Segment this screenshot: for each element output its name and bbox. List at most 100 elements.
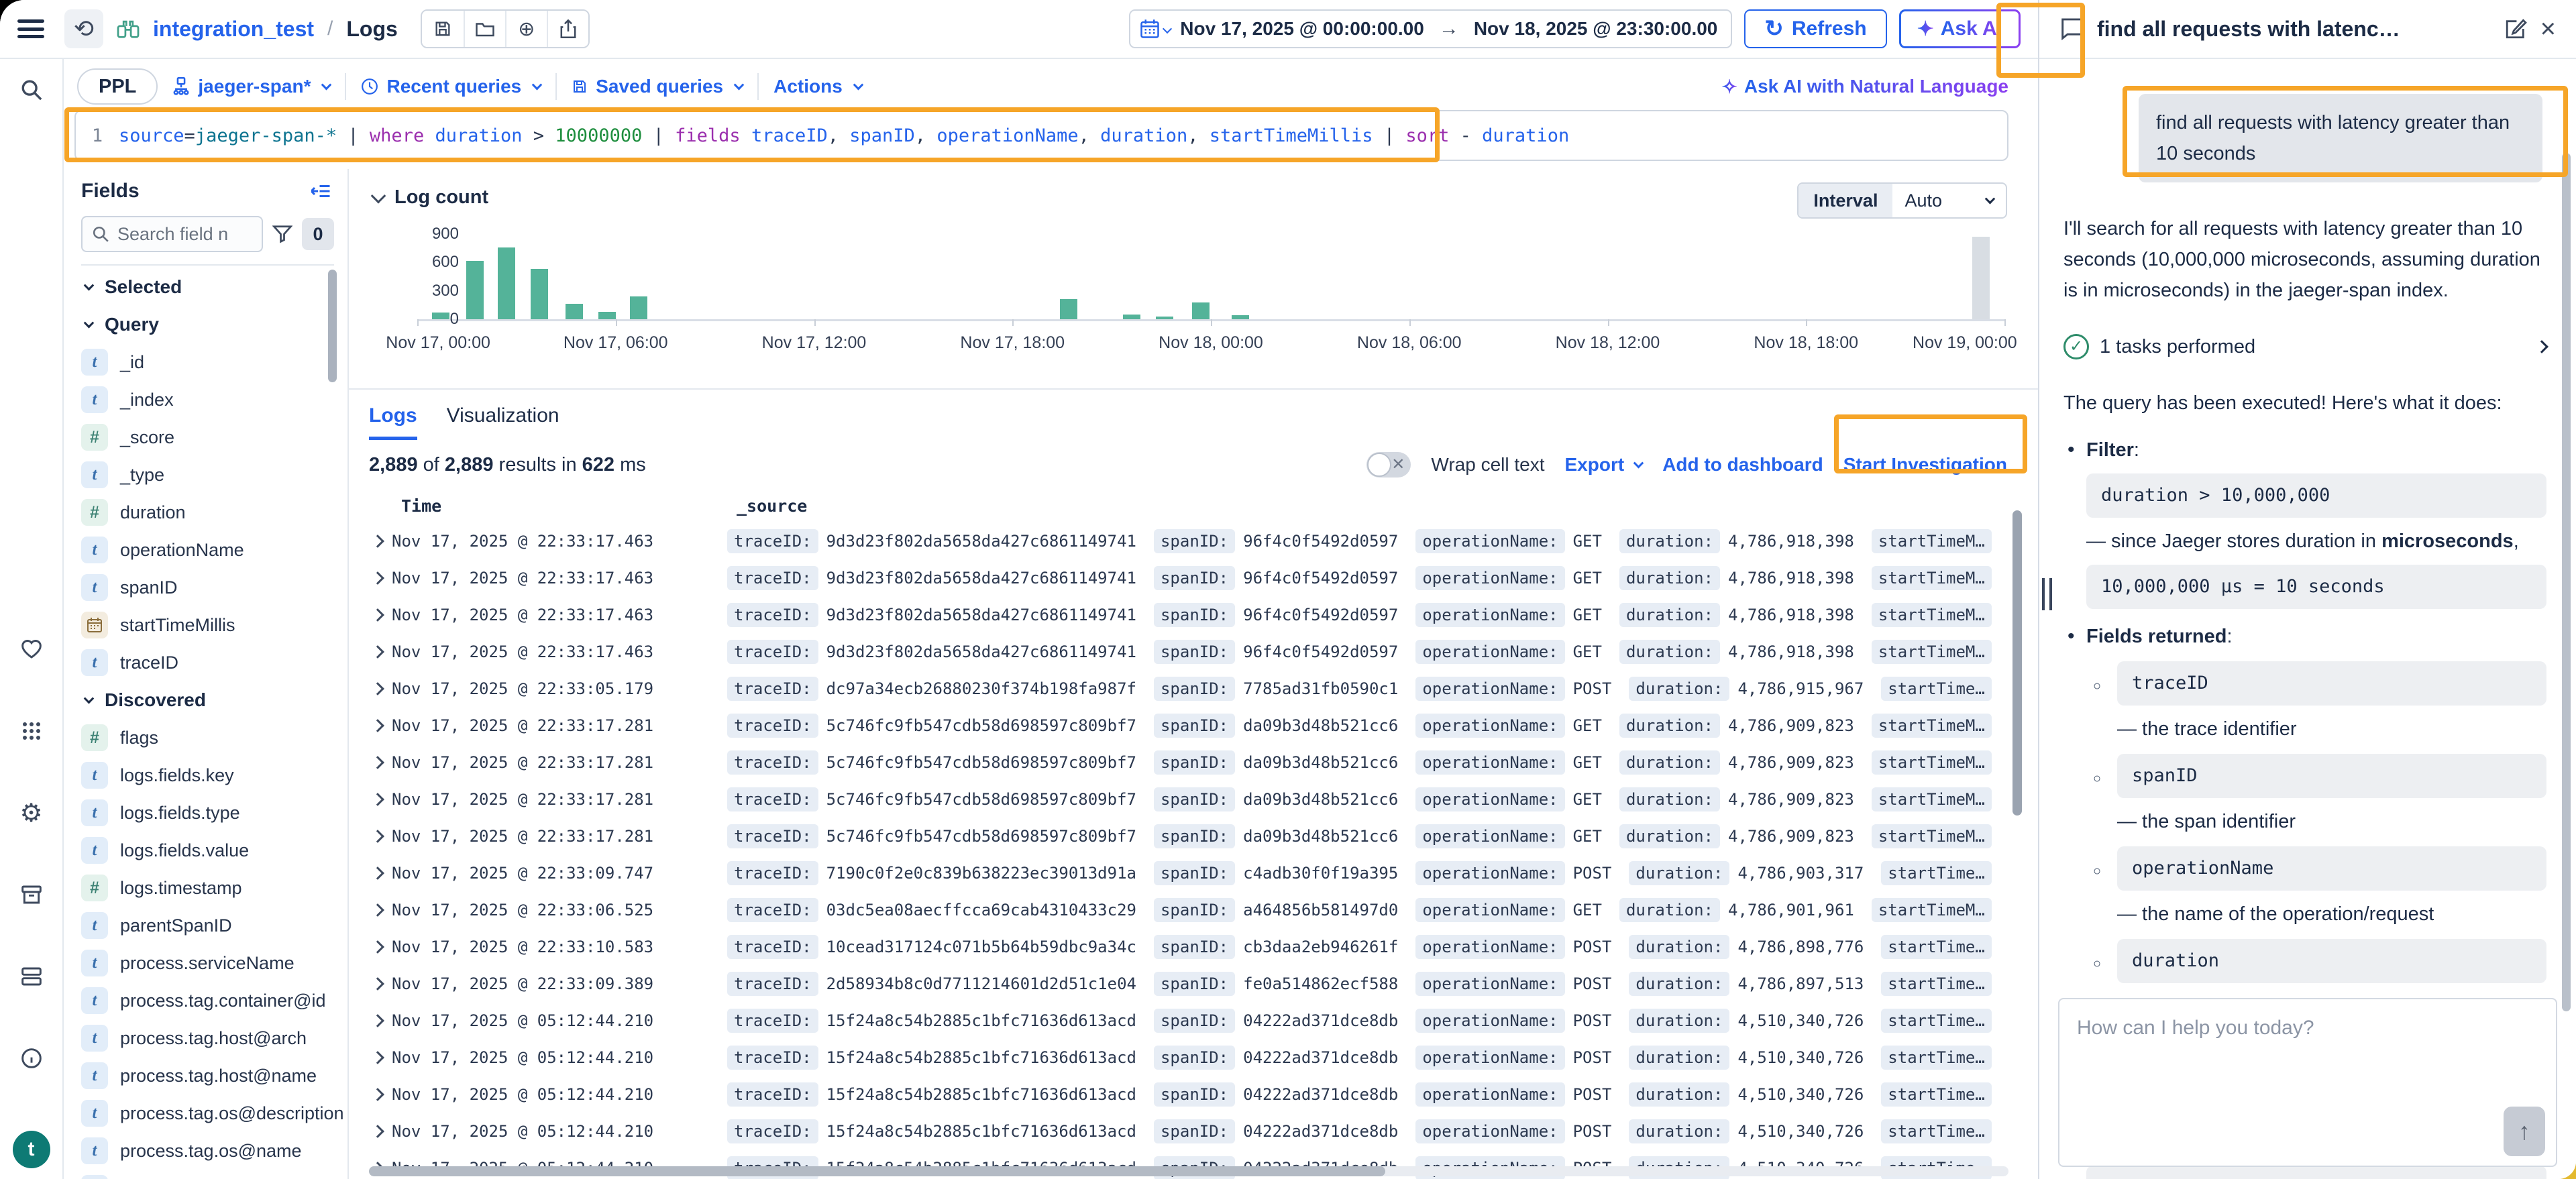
table-row[interactable]: Nov 17, 2025 @ 22:33:06.525traceID:03dc5…: [369, 891, 2038, 928]
field-item[interactable]: tparentSpanID: [81, 907, 323, 944]
field-item[interactable]: tprocess.tag.host@name: [81, 1057, 323, 1094]
expand-chevron-icon[interactable]: [369, 721, 392, 730]
table-row[interactable]: Nov 17, 2025 @ 22:33:17.281traceID:5c746…: [369, 744, 2038, 781]
expand-chevron-icon[interactable]: [369, 537, 392, 546]
field-item[interactable]: tspanID: [81, 569, 323, 606]
table-row[interactable]: Nov 17, 2025 @ 22:33:10.583traceID:10cea…: [369, 928, 2038, 965]
table-row[interactable]: Nov 17, 2025 @ 22:33:17.281traceID:5c746…: [369, 818, 2038, 854]
field-item[interactable]: #_score: [81, 418, 323, 456]
table-row[interactable]: Nov 17, 2025 @ 22:33:17.281traceID:5c746…: [369, 781, 2038, 818]
actions-menu[interactable]: Actions: [773, 76, 862, 97]
apps-grid-icon[interactable]: [18, 718, 45, 744]
add-to-dashboard-button[interactable]: Add to dashboard: [1662, 454, 1823, 475]
stack-icon[interactable]: [18, 963, 45, 990]
ask-ai-natural-language-link[interactable]: ✧ Ask AI with Natural Language: [1721, 76, 2008, 98]
table-row[interactable]: Nov 17, 2025 @ 22:33:09.389traceID:2d589…: [369, 965, 2038, 1002]
field-item[interactable]: #duration: [81, 494, 323, 531]
tab-visualization[interactable]: Visualization: [447, 404, 559, 440]
table-row[interactable]: Nov 17, 2025 @ 05:12:44.210traceID:15f24…: [369, 1039, 2038, 1076]
filter-count-badge[interactable]: 0: [302, 218, 334, 250]
field-item[interactable]: tlogs.fields.type: [81, 794, 323, 832]
plus-circle-icon[interactable]: ⊕: [505, 11, 547, 47]
expand-chevron-icon[interactable]: [369, 942, 392, 952]
table-row[interactable]: Nov 17, 2025 @ 22:33:17.463traceID:9d3d2…: [369, 596, 2038, 633]
table-row[interactable]: Nov 17, 2025 @ 05:12:44.210traceID:15f24…: [369, 1002, 2038, 1039]
export-menu[interactable]: Export: [1565, 454, 1643, 475]
field-item[interactable]: startTimeMillis: [81, 606, 323, 644]
field-item[interactable]: #logs.timestamp: [81, 869, 323, 907]
panel-resize-handle[interactable]: [2042, 578, 2052, 610]
field-item[interactable]: tlogs.fields.value: [81, 832, 323, 869]
table-row[interactable]: Nov 17, 2025 @ 22:33:05.179traceID:dc97a…: [369, 670, 2038, 707]
expand-chevron-icon[interactable]: [369, 905, 392, 915]
expand-chevron-icon[interactable]: [369, 979, 392, 989]
log-count-chart[interactable]: 0300600900 Nov 17, 00:00Nov 17, 06:00Nov…: [369, 211, 2007, 371]
calendar-icon[interactable]: [1140, 19, 1171, 39]
date-start[interactable]: Nov 17, 2025 @ 00:00:00.00: [1180, 18, 1424, 40]
favorites-icon[interactable]: [18, 636, 45, 663]
table-row[interactable]: Nov 17, 2025 @ 22:33:17.463traceID:9d3d2…: [369, 633, 2038, 670]
field-item[interactable]: ttraceID: [81, 644, 323, 681]
table-hscrollbar[interactable]: [369, 1166, 2008, 1176]
archive-icon[interactable]: [18, 881, 45, 908]
expand-chevron-icon[interactable]: [369, 610, 392, 620]
table-scrollbar[interactable]: [2012, 510, 2022, 816]
start-investigation-button[interactable]: Start Investigation: [1843, 454, 2007, 475]
table-row[interactable]: Nov 17, 2025 @ 05:12:44.210traceID:15f24…: [369, 1113, 2038, 1149]
new-chat-icon[interactable]: [2504, 17, 2527, 40]
close-icon[interactable]: ×: [2540, 15, 2556, 42]
field-item[interactable]: tprocess.tag.container@id: [81, 982, 323, 1019]
recent-queries-menu[interactable]: Recent queries: [361, 76, 541, 97]
query-editor[interactable]: 1 source=jaeger-span-* | where duration …: [74, 110, 2008, 161]
query-code[interactable]: source=jaeger-span-* | where duration > …: [119, 125, 1569, 146]
field-item[interactable]: toperationName: [81, 531, 323, 569]
column-header-time[interactable]: Time: [401, 496, 737, 516]
date-range-picker[interactable]: Nov 17, 2025 @ 00:00:00.00 → Nov 18, 202…: [1129, 9, 1732, 48]
field-item[interactable]: tprocess.tag.os@type: [81, 1170, 323, 1179]
save-icon[interactable]: [422, 11, 464, 47]
expand-chevron-icon[interactable]: [369, 795, 392, 804]
field-item[interactable]: tprocess.serviceName: [81, 944, 323, 982]
expand-chevron-icon[interactable]: [369, 868, 392, 878]
tab-logs[interactable]: Logs: [369, 404, 417, 440]
expand-chevron-icon[interactable]: [369, 684, 392, 693]
ask-ai-button[interactable]: ✦ Ask AI: [1899, 9, 2021, 48]
collapse-chart-icon[interactable]: [371, 188, 386, 203]
wrap-cell-toggle[interactable]: ✕: [1366, 452, 1411, 478]
collapse-sidebar-icon[interactable]: [311, 182, 331, 200]
field-section-query[interactable]: Query: [81, 306, 323, 343]
expand-chevron-icon[interactable]: [369, 832, 392, 841]
share-icon[interactable]: [547, 11, 588, 47]
panel-scrollbar[interactable]: [2562, 153, 2571, 1011]
table-row[interactable]: Nov 17, 2025 @ 22:33:17.281traceID:5c746…: [369, 707, 2038, 744]
date-end[interactable]: Nov 18, 2025 @ 23:30:00.00: [1474, 18, 1718, 40]
chat-input[interactable]: How can I help you today? ↑: [2058, 998, 2557, 1167]
field-item[interactable]: #flags: [81, 719, 323, 756]
table-row[interactable]: Nov 17, 2025 @ 22:33:09.747traceID:7190c…: [369, 854, 2038, 891]
expand-chevron-icon[interactable]: [369, 573, 392, 583]
folder-open-icon[interactable]: [464, 11, 505, 47]
expand-chevron-icon[interactable]: [369, 1053, 392, 1062]
search-field-input[interactable]: Search field n: [81, 216, 263, 252]
history-icon[interactable]: ⟲: [64, 9, 103, 48]
saved-queries-menu[interactable]: Saved queries: [572, 76, 743, 97]
chart-plot[interactable]: 0300600900: [417, 234, 2004, 321]
expand-chevron-icon[interactable]: [369, 758, 392, 767]
expand-chevron-icon[interactable]: [369, 1016, 392, 1025]
field-item[interactable]: t_id: [81, 343, 323, 381]
breadcrumb-app[interactable]: integration_test: [153, 17, 314, 42]
filter-funnel-icon[interactable]: [272, 224, 292, 244]
menu-icon[interactable]: [17, 19, 44, 38]
table-row[interactable]: Nov 17, 2025 @ 22:33:17.463traceID:9d3d2…: [369, 522, 2038, 559]
table-row[interactable]: Nov 17, 2025 @ 05:12:44.210traceID:15f24…: [369, 1076, 2038, 1113]
tasks-performed-row[interactable]: ✓ 1 tasks performed: [2063, 331, 2546, 362]
expand-chevron-icon[interactable]: [369, 1127, 392, 1136]
settings-gear-icon[interactable]: ⚙: [18, 799, 45, 826]
field-item[interactable]: tprocess.tag.os@name: [81, 1132, 323, 1170]
user-avatar[interactable]: t: [13, 1131, 50, 1168]
index-pattern-selector[interactable]: jaeger-span*: [172, 76, 330, 97]
sidebar-scrollbar[interactable]: [328, 270, 337, 382]
info-icon[interactable]: [18, 1045, 45, 1072]
refresh-button[interactable]: ↻ Refresh: [1744, 9, 1886, 48]
field-item[interactable]: t_type: [81, 456, 323, 494]
